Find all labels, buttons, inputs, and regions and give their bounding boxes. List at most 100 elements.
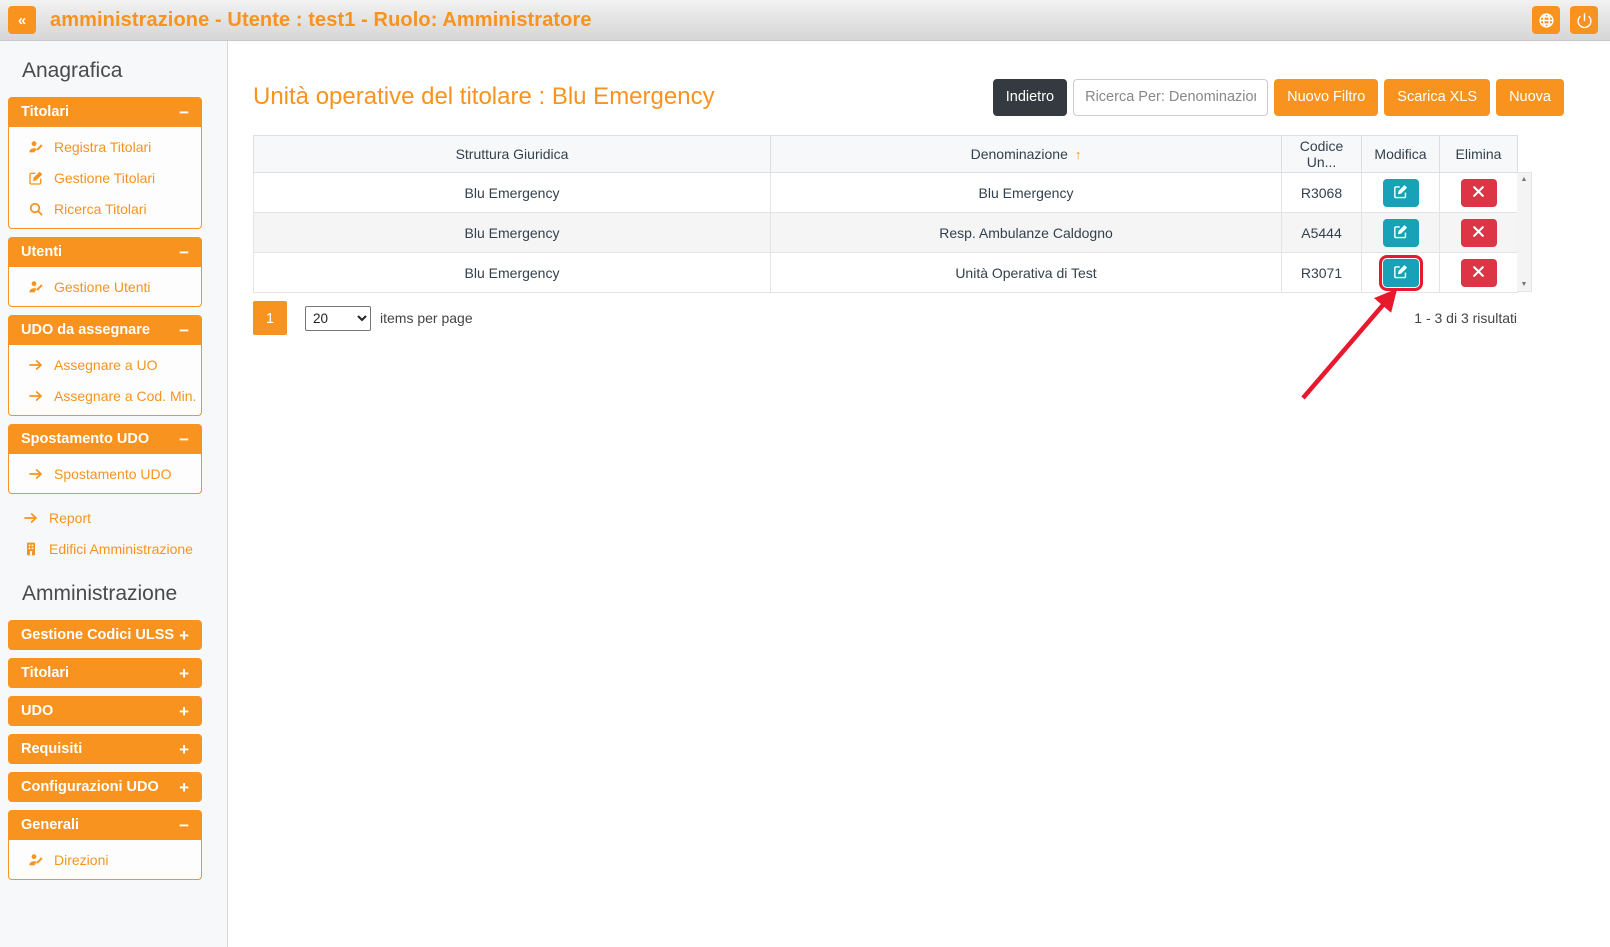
- sidebar-group-label: Utenti: [21, 244, 62, 260]
- sidebar-group-label: Requisiti: [21, 741, 82, 757]
- sidebar-group-body-titolari: Registra Titolari Gestione Titolari Rice…: [8, 127, 202, 229]
- sidebar-group-header-requisiti[interactable]: Requisiti +: [8, 734, 202, 764]
- cell-modifica: [1362, 253, 1440, 293]
- new-button[interactable]: Nuova: [1496, 79, 1564, 116]
- sidebar: Anagrafica Titolari − Registra Titolari …: [0, 41, 228, 947]
- edit-square-icon: [1392, 263, 1409, 283]
- globe-icon: [1538, 12, 1555, 29]
- sidebar-group-header-utenti[interactable]: Utenti −: [8, 237, 202, 267]
- language-button[interactable]: [1532, 6, 1560, 34]
- cell-modifica: [1362, 173, 1440, 213]
- sidebar-group-header-spostamento-udo[interactable]: Spostamento UDO −: [8, 424, 202, 454]
- column-header-modifica[interactable]: Modifica: [1362, 136, 1440, 173]
- sidebar-group-requisiti: Requisiti +: [8, 734, 202, 764]
- arrow-right-icon: [27, 356, 44, 373]
- cell-codice-unita: R3068: [1282, 173, 1362, 213]
- sidebar-group-udo: UDO +: [8, 696, 202, 726]
- sidebar-group-titolari: Titolari +: [8, 658, 202, 688]
- close-x-icon: [1471, 264, 1486, 282]
- column-header-struttura-giuridica[interactable]: Struttura Giuridica: [254, 136, 771, 173]
- sidebar-item-gestione-titolari[interactable]: Gestione Titolari: [9, 162, 201, 193]
- column-header-codice-unita[interactable]: Codice Un...: [1282, 136, 1362, 173]
- edit-row-button[interactable]: [1383, 259, 1419, 287]
- back-button[interactable]: Indietro: [993, 79, 1067, 116]
- sidebar-group-body-spostamento-udo: Spostamento UDO: [8, 454, 202, 494]
- download-xls-button[interactable]: Scarica XLS: [1384, 79, 1490, 116]
- sidebar-group-header-udo[interactable]: UDO +: [8, 696, 202, 726]
- items-per-page-label: items per page: [380, 310, 473, 326]
- user-edit-icon: [27, 278, 44, 295]
- sidebar-item-edifici-amministrazione[interactable]: Edifici Amministrazione: [8, 533, 202, 564]
- arrow-right-icon: [27, 465, 44, 482]
- sidebar-group-header-configurazioni-udo[interactable]: Configurazioni UDO +: [8, 772, 202, 802]
- sidebar-collapse-button[interactable]: «: [8, 6, 36, 34]
- units-table: Struttura Giuridica Denominazione↑ Codic…: [253, 135, 1518, 293]
- cell-denominazione: Blu Emergency: [771, 173, 1282, 213]
- minus-icon: −: [179, 244, 189, 261]
- sidebar-item-spostamento-udo[interactable]: Spostamento UDO: [9, 458, 201, 489]
- delete-row-button[interactable]: [1461, 219, 1497, 247]
- page-number-1[interactable]: 1: [253, 301, 287, 335]
- edit-square-icon: [1392, 223, 1409, 243]
- header-actions: Indietro Nuovo Filtro Scarica XLS Nuova: [993, 79, 1564, 116]
- logout-button[interactable]: [1570, 6, 1598, 34]
- sidebar-item-label: Report: [49, 510, 91, 526]
- sidebar-item-label: Assegnare a Cod. Min.: [54, 388, 196, 404]
- page-title: Unità operative del titolare : Blu Emerg…: [253, 83, 715, 111]
- cell-denominazione: Unità Operativa di Test: [771, 253, 1282, 293]
- sidebar-item-assegnare-a-cod-min[interactable]: Assegnare a Cod. Min.: [9, 380, 201, 411]
- sidebar-item-registra-titolari[interactable]: Registra Titolari: [9, 131, 201, 162]
- edit-row-button[interactable]: [1383, 219, 1419, 247]
- sidebar-group-header-gestione-codici-ulss[interactable]: Gestione Codici ULSS +: [8, 620, 202, 650]
- sidebar-group-header-generali[interactable]: Generali −: [8, 810, 202, 840]
- table-container: Struttura Giuridica Denominazione↑ Codic…: [253, 135, 1564, 293]
- sidebar-group-label: Configurazioni UDO: [21, 779, 159, 795]
- column-header-denominazione[interactable]: Denominazione↑: [771, 136, 1282, 173]
- main-content: Unità operative del titolare : Blu Emerg…: [229, 41, 1610, 947]
- edit-square-icon: [27, 169, 44, 186]
- sidebar-item-ricerca-titolari[interactable]: Ricerca Titolari: [9, 193, 201, 224]
- table-scrollbar[interactable]: ▲ ▼: [1517, 172, 1532, 292]
- sidebar-item-label: Spostamento UDO: [54, 466, 172, 482]
- user-edit-icon: [27, 851, 44, 868]
- sidebar-section-title: Anagrafica: [8, 41, 202, 97]
- sidebar-group-header-titolari[interactable]: Titolari +: [8, 658, 202, 688]
- table-scroll-up-icon[interactable]: ▲: [1517, 173, 1531, 186]
- delete-row-button[interactable]: [1461, 259, 1497, 287]
- sidebar-group-label: Titolari: [21, 665, 69, 681]
- sidebar-group-header-udo-da-assegnare[interactable]: UDO da assegnare −: [8, 315, 202, 345]
- sidebar-group-header-titolari[interactable]: Titolari −: [8, 97, 202, 127]
- sidebar-item-direzioni[interactable]: Direzioni: [9, 844, 201, 875]
- items-per-page-select[interactable]: 2050100: [305, 306, 371, 331]
- sidebar-group-label: Generali: [21, 817, 79, 833]
- sidebar-item-assegnare-a-uo[interactable]: Assegnare a UO: [9, 349, 201, 380]
- top-bar-actions: [1532, 6, 1598, 34]
- sidebar-item-gestione-utenti[interactable]: Gestione Utenti: [9, 271, 201, 302]
- cell-codice-unita: R3071: [1282, 253, 1362, 293]
- close-x-icon: [1471, 184, 1486, 202]
- sidebar-item-label: Gestione Utenti: [54, 279, 151, 295]
- close-x-icon: [1471, 224, 1486, 242]
- cell-struttura-giuridica: Blu Emergency: [254, 253, 771, 293]
- search-input[interactable]: [1073, 79, 1268, 116]
- new-filter-button[interactable]: Nuovo Filtro: [1274, 79, 1378, 116]
- cell-elimina: [1440, 253, 1518, 293]
- arrow-right-icon: [22, 509, 39, 526]
- sidebar-group-label: UDO da assegnare: [21, 322, 150, 338]
- plus-icon: +: [179, 779, 189, 796]
- cell-struttura-giuridica: Blu Emergency: [254, 173, 771, 213]
- sidebar-item-label: Assegnare a UO: [54, 357, 158, 373]
- sidebar-item-label: Direzioni: [54, 852, 108, 868]
- sort-ascending-icon: ↑: [1075, 147, 1082, 162]
- minus-icon: −: [179, 104, 189, 121]
- power-icon: [1576, 12, 1593, 29]
- building-icon: [22, 540, 39, 557]
- sidebar-group-body-udo-da-assegnare: Assegnare a UO Assegnare a Cod. Min.: [8, 345, 202, 416]
- sidebar-item-report[interactable]: Report: [8, 502, 202, 533]
- delete-row-button[interactable]: [1461, 179, 1497, 207]
- pagination-bar: 1 2050100 items per page 1 - 3 di 3 risu…: [253, 301, 1517, 335]
- table-scroll-down-icon[interactable]: ▼: [1517, 278, 1531, 291]
- app-title: amministrazione - Utente : test1 - Ruolo…: [50, 9, 592, 32]
- edit-row-button[interactable]: [1383, 179, 1419, 207]
- column-header-elimina[interactable]: Elimina: [1440, 136, 1518, 173]
